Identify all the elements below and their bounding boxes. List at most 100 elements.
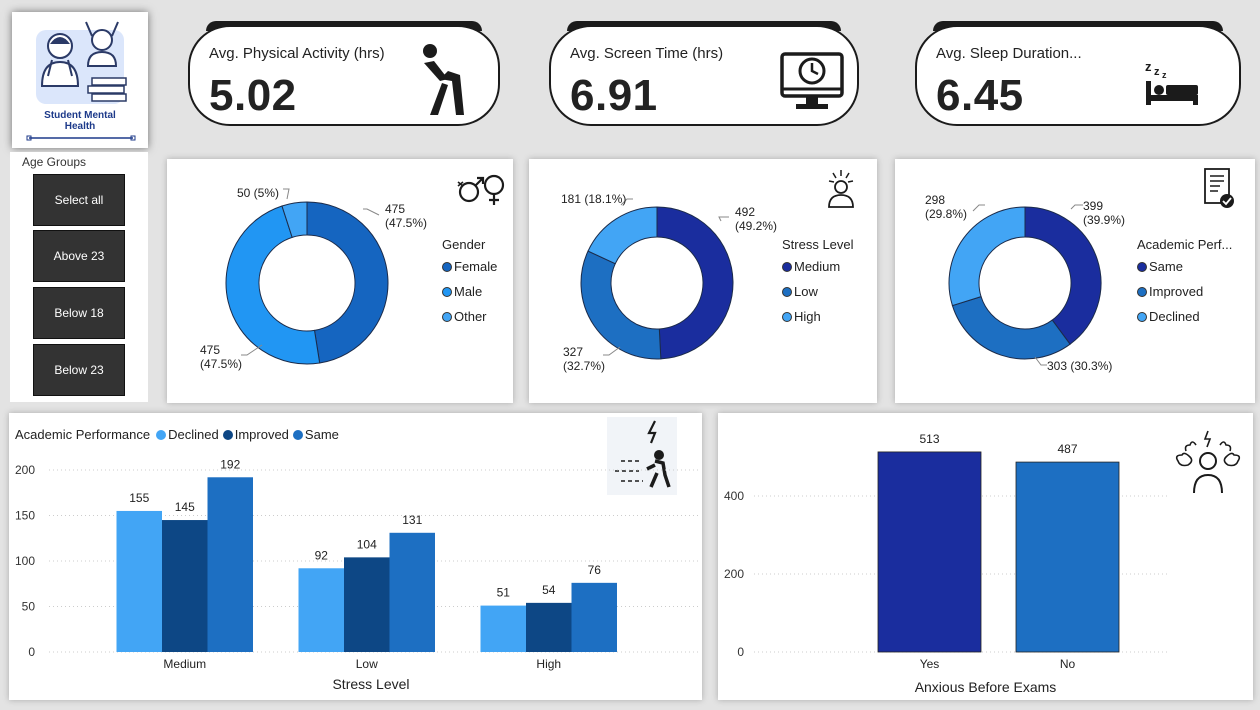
legend-dot	[1137, 261, 1147, 272]
bar-yes[interactable]	[877, 451, 982, 653]
legend-item-declined[interactable]: Declined	[1137, 309, 1200, 324]
donut-slice-high[interactable]	[587, 206, 658, 265]
bar-data-label: 131	[402, 513, 422, 527]
x-axis-title: Stress Level	[332, 676, 410, 692]
gender-donut-panel: Gender Female Male Other 475 (47.5%) 475…	[167, 159, 513, 403]
kpi-label: Avg. Physical Activity (hrs)	[209, 45, 385, 62]
donut-slice-female[interactable]	[306, 201, 389, 364]
leader-line	[1070, 204, 1083, 210]
kpi-sleep-duration: Avg. Sleep Duration... 6.45 z z z	[915, 21, 1241, 128]
bar-improved-low[interactable]	[344, 557, 390, 652]
data-label-female: 475 (47.5%)	[385, 202, 428, 230]
gender-symbols-icon	[457, 174, 505, 205]
academic-donut-panel: Academic Perf... Same Improved Declined …	[895, 159, 1255, 403]
legend-item-medium[interactable]: Medium	[782, 259, 840, 274]
x-tick-label: High	[536, 657, 561, 671]
donut-slice-declined[interactable]	[948, 206, 1026, 307]
y-tick-label: 50	[22, 600, 36, 614]
legend-dot	[442, 311, 452, 322]
y-tick-label: 200	[724, 567, 744, 581]
bar-declined-low[interactable]	[298, 568, 345, 652]
age-group-slicer: Age Groups Select all Above 23 Below 18 …	[10, 152, 148, 402]
data-label-low: 327 (32.7%)	[563, 345, 606, 373]
clustered-bar-chart: 0 50 100 150 200 155 145 192 Medium 92 104 131 Low 5…	[15, 457, 699, 671]
bar-data-label: 513	[919, 432, 939, 446]
bar-same-medium[interactable]	[207, 477, 254, 652]
x-axis-title: Anxious Before Exams	[914, 679, 1057, 695]
slicer-option-below-18[interactable]: Below 18	[34, 288, 124, 338]
legend-dot	[442, 261, 452, 272]
svg-text:z: z	[1154, 66, 1160, 78]
slicer-option-below-23[interactable]: Below 23	[34, 345, 124, 395]
legend-dot	[782, 286, 792, 297]
legend-item-other[interactable]: Other	[442, 309, 487, 324]
x-tick-label: No	[1060, 657, 1076, 671]
x-tick-label: Yes	[920, 657, 940, 671]
legend-item-female[interactable]: Female	[442, 259, 497, 274]
data-label-same: 399 (39.9%)	[1083, 199, 1126, 227]
anxious-bar-chart: 0 200 400 513 Yes 487 No	[724, 432, 1168, 671]
kpi-card: Avg. Physical Activity (hrs) 5.02	[188, 25, 500, 126]
bar-data-label: 104	[357, 537, 377, 551]
bar-no[interactable]	[1015, 461, 1120, 653]
bar-data-label: 487	[1057, 442, 1077, 456]
legend-label: Improved	[1149, 284, 1204, 299]
leader-line	[283, 188, 290, 200]
bar-declined-high[interactable]	[480, 605, 527, 652]
bar-data-label: 155	[129, 491, 149, 505]
legend-item-low[interactable]: Low	[782, 284, 818, 299]
donut-slice-medium[interactable]	[656, 206, 734, 360]
stress-legend-title: Stress Level	[782, 237, 854, 252]
legend-label: Other	[454, 309, 487, 324]
legend-label: High	[794, 309, 821, 324]
monitor-clock-icon	[780, 52, 844, 109]
student-stress-illustration-icon	[36, 21, 127, 104]
legend-label: Medium	[794, 259, 841, 274]
stressed-person-icon	[828, 170, 854, 208]
exercise-icon	[423, 44, 464, 115]
donut-slice-low[interactable]	[580, 250, 662, 360]
legend-item-improved[interactable]: Improved	[1137, 284, 1203, 299]
legend-label: Male	[454, 284, 483, 299]
logo-title-line2: Health	[64, 121, 96, 132]
y-tick-label: 0	[28, 645, 35, 659]
certificate-icon	[1204, 168, 1234, 208]
bar-data-label: 51	[497, 586, 511, 600]
legend-dot	[782, 311, 792, 322]
bar-improved-high[interactable]	[526, 602, 572, 652]
svg-text:z: z	[1162, 70, 1167, 80]
kpi-label: Avg. Screen Time (hrs)	[570, 45, 724, 62]
kpi-card: Avg. Sleep Duration... 6.45 z z z	[915, 25, 1241, 126]
leader-line	[972, 204, 985, 212]
legend-item-same[interactable]: Same	[1137, 259, 1183, 274]
legend-label: Same	[1149, 259, 1183, 274]
logo-underline-icon	[26, 135, 136, 141]
academic-by-stress-panel: Academic Performance Declined Improved S…	[9, 413, 702, 700]
legend-item-high[interactable]: High	[782, 309, 821, 324]
bar-data-label: 76	[588, 563, 602, 577]
bar-improved-medium[interactable]	[162, 520, 208, 652]
leader-line	[718, 216, 729, 222]
svg-text:z: z	[1145, 59, 1152, 74]
bar-same-low[interactable]	[389, 532, 436, 652]
legend-label: Low	[794, 284, 818, 299]
bar-same-high[interactable]	[571, 582, 618, 652]
leader-line	[241, 344, 263, 356]
bar-data-label: 192	[220, 457, 240, 471]
data-label-high: 181 (18.1%)	[561, 192, 627, 206]
legend-item-male[interactable]: Male	[442, 284, 482, 299]
x-tick-label: Low	[356, 657, 378, 671]
y-tick-label: 100	[15, 554, 35, 568]
data-label-male: 475 (47.5%)	[200, 343, 243, 371]
kpi-value: 5.02	[209, 71, 297, 120]
bar-data-label: 92	[315, 548, 329, 562]
bar-declined-medium[interactable]	[116, 510, 163, 652]
donut-slice-same[interactable]	[1024, 206, 1102, 345]
sleep-bed-icon: z z z	[1145, 59, 1198, 105]
kpi-value: 6.91	[570, 71, 658, 120]
slicer-option-above-23[interactable]: Above 23	[34, 231, 124, 281]
slicer-title: Age Groups	[22, 155, 87, 169]
donut-slice-improved[interactable]	[951, 296, 1071, 360]
slicer-option-select-all[interactable]: Select all	[34, 175, 124, 225]
legend-dot	[442, 286, 452, 297]
